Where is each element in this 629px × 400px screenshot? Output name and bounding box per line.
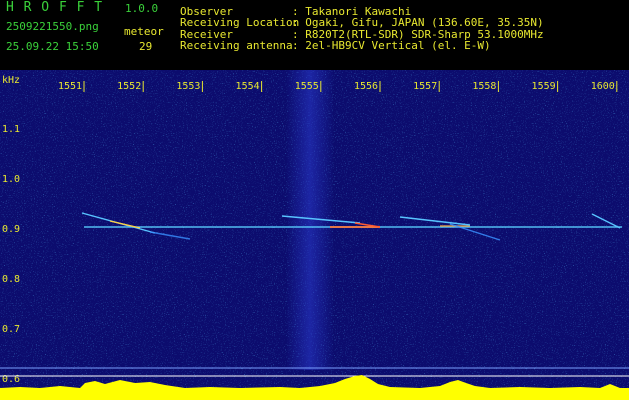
app-version: 1.0.0 [125, 2, 159, 15]
spectrogram: 1551 1552 1553 1554 1555 1556 1557 1558 1559 1600… [0, 70, 629, 400]
x-tick-label: 1559 [532, 81, 556, 92]
y-axis-unit: kHz [2, 75, 20, 86]
y-tick-label: 0.8 [2, 274, 20, 285]
x-tick-label: 1556 [354, 81, 378, 92]
header-panel: H R O F F T 1.0.0 2509221550.png 25.09.2… [0, 0, 629, 70]
y-tick-label: 1.1 [2, 124, 20, 135]
meteor-count: 29 [139, 40, 153, 53]
y-tick-label: 0.7 [2, 324, 20, 335]
y-tick-label: 1.0 [2, 174, 20, 185]
file-name: 2509221550.png [6, 20, 99, 33]
x-tick-label: 1551 [58, 81, 82, 92]
y-tick-label: 0.9 [2, 224, 20, 235]
x-tick-label: 1600 [591, 81, 615, 92]
date-time: 25.09.22 15:50 [6, 40, 99, 53]
x-tick-label: 1553 [176, 81, 200, 92]
meteor-label: meteor [124, 25, 164, 38]
x-tick-label: 1554 [236, 81, 260, 92]
antenna-value: : 2el-HB9CV Vertical (el. E-W) [292, 39, 491, 52]
x-tick-label: 1555 [295, 81, 319, 92]
x-tick-label: 1552 [117, 81, 141, 92]
antenna-key: Receiving antenna [180, 39, 293, 52]
x-tick-label: 1558 [472, 81, 496, 92]
app-brand: H R O F F T [6, 0, 104, 15]
x-tick-label: 1557 [413, 81, 437, 92]
